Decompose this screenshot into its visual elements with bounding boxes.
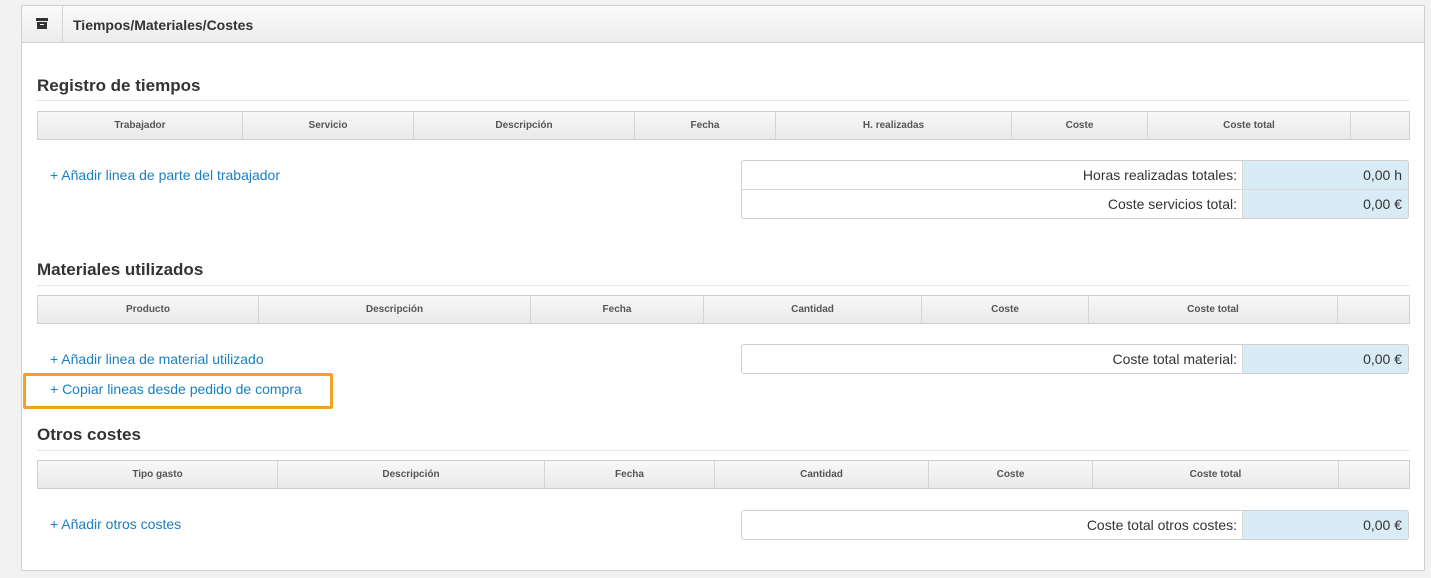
total-hours-label: Horas realizadas totales: — [742, 161, 1243, 189]
column-header-coste[interactable]: Coste — [922, 296, 1089, 323]
tiempos-totals: Horas realizadas totales: 0,00 h Coste s… — [741, 160, 1409, 219]
otros-totals: Coste total otros costes: 0,00 € — [741, 510, 1409, 540]
section-title-tiempos: Registro de tiempos — [37, 76, 201, 95]
section-title-otros: Otros costes — [37, 425, 141, 444]
column-header-servicio[interactable]: Servicio — [243, 112, 414, 139]
column-header-actions — [1351, 112, 1409, 139]
divider — [37, 100, 1410, 101]
column-header-coste-total[interactable]: Coste total — [1089, 296, 1338, 323]
material-cost-value: 0,00 € — [1243, 345, 1408, 373]
column-header-producto[interactable]: Producto — [38, 296, 259, 323]
column-header-tipo-gasto[interactable]: Tipo gasto — [38, 461, 278, 488]
archive-box-icon — [22, 6, 63, 42]
column-header-fecha[interactable]: Fecha — [635, 112, 776, 139]
add-other-costs-link[interactable]: + Añadir otros costes — [50, 516, 181, 532]
material-cost-label: Coste total material: — [742, 345, 1243, 373]
totals-row: Coste total otros costes: 0,00 € — [742, 511, 1408, 539]
column-header-descripcion[interactable]: Descripción — [259, 296, 531, 323]
highlight-box — [23, 373, 333, 409]
divider — [37, 285, 1410, 286]
add-worker-line-link[interactable]: + Añadir linea de parte del trabajador — [50, 167, 280, 183]
panel-title: Tiempos/Materiales/Costes — [73, 17, 254, 33]
divider — [37, 450, 1410, 451]
section-title-materiales: Materiales utilizados — [37, 260, 204, 279]
panel-header: Tiempos/Materiales/Costes — [22, 6, 1424, 43]
column-header-descripcion[interactable]: Descripción — [278, 461, 545, 488]
column-header-coste[interactable]: Coste — [1012, 112, 1148, 139]
services-cost-label: Coste servicios total: — [742, 190, 1243, 218]
total-hours-value: 0,00 h — [1243, 161, 1408, 189]
column-header-actions — [1339, 461, 1409, 488]
totals-row: Coste total material: 0,00 € — [742, 345, 1408, 373]
column-header-actions — [1338, 296, 1409, 323]
other-costs-label: Coste total otros costes: — [742, 511, 1243, 539]
materiales-table-header: Producto Descripción Fecha Cantidad Cost… — [37, 295, 1410, 324]
totals-row: Coste servicios total: 0,00 € — [742, 189, 1408, 218]
otros-table-header: Tipo gasto Descripción Fecha Cantidad Co… — [37, 460, 1410, 489]
other-costs-value: 0,00 € — [1243, 511, 1408, 539]
column-header-coste-total[interactable]: Coste total — [1093, 461, 1339, 488]
materiales-totals: Coste total material: 0,00 € — [741, 344, 1409, 374]
column-header-coste-total[interactable]: Coste total — [1148, 112, 1351, 139]
tiempos-table-header: Trabajador Servicio Descripción Fecha H.… — [37, 111, 1410, 140]
add-material-line-link[interactable]: + Añadir linea de material utilizado — [50, 351, 264, 367]
column-header-trabajador[interactable]: Trabajador — [38, 112, 243, 139]
services-cost-value: 0,00 € — [1243, 190, 1408, 218]
column-header-horas-realizadas[interactable]: H. realizadas — [776, 112, 1012, 139]
totals-row: Horas realizadas totales: 0,00 h — [742, 161, 1408, 189]
column-header-cantidad[interactable]: Cantidad — [704, 296, 922, 323]
column-header-descripcion[interactable]: Descripción — [414, 112, 635, 139]
column-header-fecha[interactable]: Fecha — [545, 461, 715, 488]
column-header-coste[interactable]: Coste — [929, 461, 1093, 488]
column-header-fecha[interactable]: Fecha — [531, 296, 704, 323]
column-header-cantidad[interactable]: Cantidad — [715, 461, 929, 488]
